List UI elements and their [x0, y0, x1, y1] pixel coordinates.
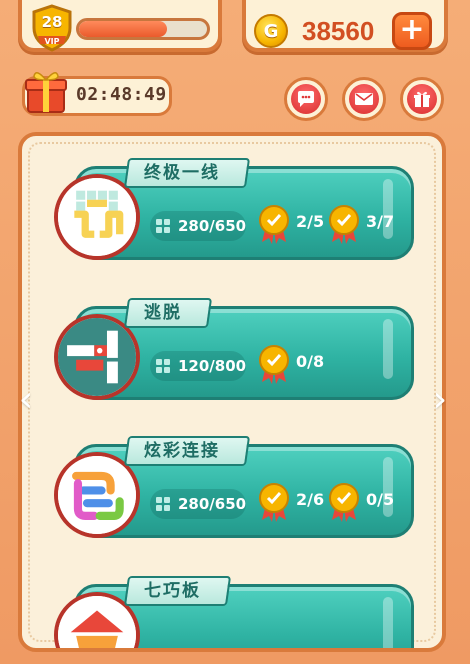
medal-count: 3/7 [366, 212, 395, 231]
mail-button[interactable] [342, 77, 386, 121]
levels-grid-icon [156, 359, 170, 373]
gift-button[interactable] [400, 77, 444, 121]
levels-grid-icon [156, 219, 170, 233]
exp-bar [76, 18, 210, 40]
game-card[interactable]: 逃脱 120/800 0/8 [54, 298, 414, 400]
gift-box-icon[interactable] [24, 68, 68, 114]
game-card[interactable]: 七巧板 [54, 576, 414, 648]
game-title: 七巧板 [123, 576, 232, 606]
level-progress: 120/800 [150, 351, 246, 381]
mail-icon [355, 93, 373, 105]
levels-grid-icon [156, 497, 170, 511]
game-title: 逃脱 [123, 298, 213, 328]
chat-button[interactable] [284, 77, 328, 121]
chat-icon [298, 91, 314, 107]
game-title-text: 炫彩连接 [144, 441, 220, 461]
add-coins-button[interactable]: + [392, 12, 432, 50]
level-progress-text: 280/650 [178, 495, 247, 513]
medal-icon [259, 205, 289, 244]
level-progress: 280/650 [150, 489, 246, 519]
medal-count: 0/5 [366, 490, 395, 509]
vip-level: 28 [41, 13, 63, 31]
level-progress-text: 280/650 [178, 217, 247, 235]
medal-count: 2/6 [296, 490, 325, 509]
vip-badge[interactable]: 28 VIP [30, 4, 74, 52]
game-list: 终极一线 280/650 2/5 3/7 逃脱 120/800 0/8 炫彩连接… [30, 144, 434, 648]
game-title-text: 终极一线 [144, 163, 220, 183]
medal-count: 2/5 [296, 212, 325, 231]
coin-count: 38560 [302, 16, 375, 46]
medal-count: 0/8 [296, 352, 325, 371]
next-page-arrow[interactable]: › [428, 380, 452, 420]
level-progress-text: 120/800 [178, 357, 247, 375]
exp-fill [79, 21, 168, 37]
game-title: 炫彩连接 [123, 436, 251, 466]
medal-icon [259, 345, 289, 384]
game-card[interactable]: 炫彩连接 280/650 2/6 0/5 [54, 436, 414, 538]
medal-icon [329, 483, 359, 522]
medal-icon [259, 483, 289, 522]
game-title-text: 七巧板 [144, 581, 201, 601]
vip-tag: VIP [44, 37, 60, 46]
level-progress: 280/650 [150, 211, 246, 241]
game-card[interactable]: 终极一线 280/650 2/5 3/7 [54, 158, 414, 260]
game-list-panel: 终极一线 280/650 2/5 3/7 逃脱 120/800 0/8 炫彩连接… [18, 132, 446, 652]
game-title-text: 逃脱 [144, 303, 182, 323]
game-title: 终极一线 [123, 158, 251, 188]
timer-text: 02:48:49 [76, 84, 167, 105]
coin-icon: G [254, 14, 288, 48]
prev-page-arrow[interactable]: ‹ [14, 380, 38, 420]
medal-icon [329, 205, 359, 244]
gift-icon [414, 91, 430, 107]
